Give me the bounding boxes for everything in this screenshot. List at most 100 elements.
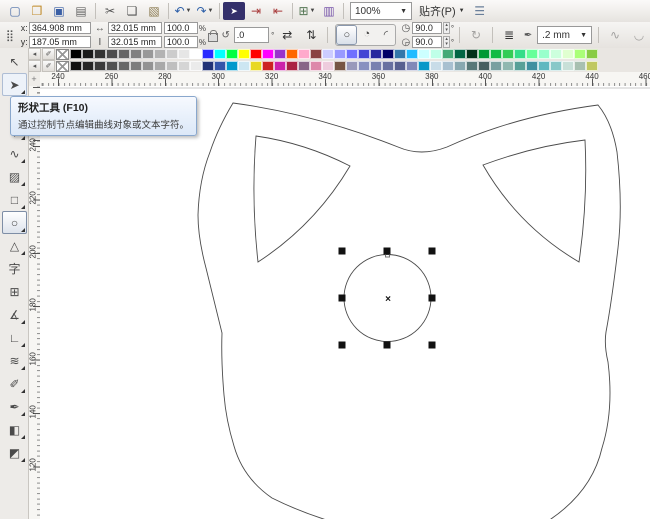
color-swatch[interactable] (358, 49, 370, 59)
color-swatch[interactable] (70, 61, 82, 71)
color-swatch[interactable] (346, 49, 358, 59)
application-launcher-icon[interactable]: ⊞ ▼ (296, 1, 318, 21)
color-swatch[interactable] (118, 61, 130, 71)
color-swatch[interactable] (406, 61, 418, 71)
lock-ratio-icon[interactable] (207, 29, 218, 42)
color-swatch[interactable] (238, 61, 250, 71)
export-icon[interactable]: ⇤ (267, 1, 289, 21)
search-content-icon[interactable]: ➤ (223, 2, 245, 20)
spinner[interactable]: ▴ ▾ (443, 36, 450, 48)
color-swatch[interactable] (166, 61, 178, 71)
dimension-tool[interactable]: ∡ (2, 303, 27, 326)
color-swatch[interactable] (502, 61, 514, 71)
interactive-fill-tool[interactable]: ◩ (2, 441, 27, 464)
chevron-down-icon[interactable]: ▼ (310, 8, 316, 14)
color-swatch[interactable] (442, 61, 454, 71)
color-swatch[interactable] (298, 49, 310, 59)
selection-handle[interactable] (338, 294, 346, 302)
no-color-swatch[interactable] (56, 60, 69, 72)
selection-handle[interactable] (428, 341, 436, 349)
scale-horizontal-field[interactable]: 100.0 (163, 22, 198, 34)
ellipse-button[interactable]: ○ (336, 25, 358, 45)
color-swatch[interactable] (478, 49, 490, 59)
cut-icon[interactable]: ✂ (99, 1, 121, 21)
color-swatch[interactable] (490, 49, 502, 59)
color-swatch[interactable] (250, 49, 262, 59)
color-swatch[interactable] (334, 61, 346, 71)
color-swatch[interactable] (322, 61, 334, 71)
color-swatch[interactable] (514, 49, 526, 59)
chevron-down-icon[interactable]: ▼ (394, 8, 407, 15)
color-swatch[interactable] (526, 61, 538, 71)
color-swatch[interactable] (82, 61, 94, 71)
spinner[interactable]: ▴ ▾ (443, 22, 450, 34)
color-swatch[interactable] (382, 61, 394, 71)
color-swatch[interactable] (370, 49, 382, 59)
color-swatch[interactable] (238, 49, 250, 59)
snap-to-button[interactable]: 贴齐(P) ▼ (415, 2, 469, 20)
color-swatch[interactable] (538, 49, 550, 59)
color-swatch[interactable] (358, 61, 370, 71)
color-swatch[interactable] (154, 61, 166, 71)
color-swatch[interactable] (394, 61, 406, 71)
import-icon[interactable]: ⇥ (245, 1, 267, 21)
object-width-field[interactable]: 32.015 mm (107, 22, 162, 34)
color-swatch[interactable] (274, 61, 286, 71)
welcome-screen-icon[interactable]: ▥ (318, 1, 340, 21)
pick-tool[interactable]: ↖ (2, 50, 27, 73)
color-swatch[interactable] (178, 61, 190, 71)
color-swatch[interactable] (310, 49, 322, 59)
color-swatch[interactable] (202, 61, 214, 71)
color-swatch[interactable] (142, 49, 154, 59)
color-swatch[interactable] (502, 49, 514, 59)
selection-handle[interactable] (383, 341, 391, 349)
color-eyedropper-tool[interactable]: ✐ (2, 372, 27, 395)
color-swatch[interactable] (106, 49, 118, 59)
color-swatch[interactable] (130, 49, 142, 59)
horizontal-ruler[interactable]: 240 260 280 300 320 340 360 380 400 420 440 460 (40, 72, 650, 87)
palette-eyedropper-icon[interactable]: ✐ (42, 48, 55, 60)
color-swatch[interactable] (94, 49, 106, 59)
paste-icon[interactable]: ▧ (143, 1, 165, 21)
color-swatch[interactable] (226, 49, 238, 59)
color-swatch[interactable] (226, 61, 238, 71)
end-angle-field[interactable]: 90.0 (412, 36, 443, 48)
object-height-field[interactable]: 32.015 mm (107, 36, 162, 48)
x-position-field[interactable]: 364.908 mm (28, 22, 91, 34)
color-swatch[interactable] (94, 61, 106, 71)
rotation-angle-field[interactable]: .0 (233, 27, 270, 43)
print-icon[interactable]: ▤ (70, 1, 92, 21)
color-swatch[interactable] (478, 61, 490, 71)
color-swatch[interactable] (538, 61, 550, 71)
text-tool[interactable]: 字 (2, 257, 27, 280)
color-swatch[interactable] (130, 61, 142, 71)
chevron-down-icon[interactable]: ▼ (208, 8, 214, 14)
selection-handle[interactable] (428, 294, 436, 302)
selection-center-marker[interactable]: × (385, 294, 391, 305)
selection-handle[interactable] (338, 247, 346, 255)
pie-button[interactable]: ◔ (357, 25, 376, 43)
color-swatch[interactable] (454, 61, 466, 71)
no-color-swatch[interactable] (56, 48, 69, 60)
color-swatch[interactable] (382, 49, 394, 59)
selection-handle[interactable] (383, 247, 391, 255)
color-swatch[interactable] (550, 61, 562, 71)
close-curve-icon[interactable]: ◡ (628, 25, 650, 45)
copy-icon[interactable]: ❏ (121, 1, 143, 21)
start-angle-field[interactable]: 90.0 (412, 22, 443, 34)
palette-eyedropper-icon[interactable]: ✐ (42, 60, 55, 72)
color-swatch[interactable] (178, 49, 190, 59)
color-swatch[interactable] (310, 61, 322, 71)
chevron-down-icon[interactable]: ▼ (459, 8, 465, 14)
palette-scroll-left-button[interactable]: ◂ (28, 60, 41, 72)
chevron-down-icon[interactable]: ▼ (186, 8, 192, 14)
color-swatch[interactable] (370, 61, 382, 71)
polygon-tool[interactable]: △ (2, 234, 27, 257)
color-swatch[interactable] (562, 49, 574, 59)
convert-to-curves-icon[interactable]: ∿ (604, 25, 626, 45)
color-swatch[interactable] (394, 49, 406, 59)
undo-icon[interactable]: ↶ ▼ (172, 1, 194, 21)
color-swatch[interactable] (586, 49, 598, 59)
color-swatch[interactable] (466, 49, 478, 59)
redo-icon[interactable]: ↷ ▼ (194, 1, 216, 21)
